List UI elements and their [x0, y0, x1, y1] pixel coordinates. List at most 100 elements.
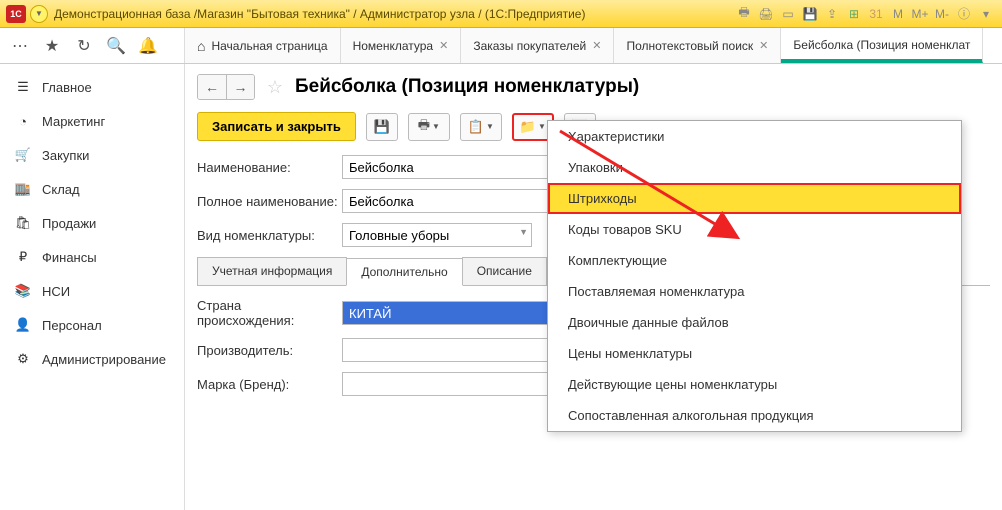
export-icon[interactable]: ⇪	[822, 4, 842, 24]
manufacturer-label: Производитель:	[197, 343, 342, 358]
inner-tab-accounting[interactable]: Учетная информация	[197, 257, 347, 285]
type-input[interactable]	[342, 223, 532, 247]
tab-home[interactable]: ⌂ Начальная страница	[185, 28, 341, 63]
page-title: Бейсболка (Позиция номенклатуры)	[295, 76, 639, 98]
tab-label: Заказы покупателей	[473, 39, 586, 53]
close-icon[interactable]: ✕	[592, 39, 601, 52]
print-icon[interactable]: 🖶	[734, 4, 754, 24]
sidebar-item-staff[interactable]: 👤 Персонал	[0, 308, 184, 342]
save-close-button[interactable]: Записать и закрыть	[197, 112, 356, 141]
chevron-down-icon[interactable]: ▼	[519, 227, 528, 237]
history-icon[interactable]: ↻	[74, 36, 94, 56]
m-icon[interactable]: M	[888, 4, 908, 24]
doc-icon[interactable]: ▭	[778, 4, 798, 24]
sidebar-item-main[interactable]: ☰ Главное	[0, 70, 184, 104]
m-minus-icon[interactable]: M-	[932, 4, 952, 24]
chevron-down-icon: ▼	[432, 122, 440, 131]
content: ← → ☆ Бейсболка (Позиция номенклатуры) З…	[185, 64, 1002, 510]
sidebar-label: Маркетинг	[42, 114, 105, 129]
sidebar-item-sales[interactable]: 🛍 Продажи	[0, 206, 184, 240]
title-dropdown-icon[interactable]: ▼	[30, 5, 48, 23]
toolbar-row: ⋯ ★ ↻ 🔍 🔔 ⌂ Начальная страница Номенклат…	[0, 28, 1002, 64]
dropdown-item-packaging[interactable]: Упаковки	[548, 152, 961, 183]
favorite-icon[interactable]: ★	[42, 36, 62, 56]
search-icon[interactable]: 🔍	[106, 36, 126, 56]
back-button[interactable]: ←	[198, 75, 226, 99]
warehouse-icon: 🏬	[14, 180, 32, 198]
dropdown-item-supplied[interactable]: Поставляемая номенклатура	[548, 276, 961, 307]
sidebar-item-marketing[interactable]: ◔ Маркетинг	[0, 104, 184, 138]
sidebar-label: Финансы	[42, 250, 97, 265]
printer-icon[interactable]: 🖨	[756, 4, 776, 24]
inner-tab-additional[interactable]: Дополнительно	[346, 258, 462, 286]
cart-icon: 🛒	[14, 146, 32, 164]
tab-nomenclature[interactable]: Номенклатура ✕	[341, 28, 462, 63]
sidebar-item-admin[interactable]: ⚙Администрирование	[0, 342, 184, 376]
tab-orders[interactable]: Заказы покупателей ✕	[461, 28, 614, 63]
dropdown-item-characteristics[interactable]: Характеристики	[548, 121, 961, 152]
toolbar-left: ⋯ ★ ↻ 🔍 🔔	[0, 28, 185, 63]
sidebar-label: НСИ	[42, 284, 70, 299]
apps-icon[interactable]: ⋯	[10, 36, 30, 56]
bag-icon: 🛍	[14, 214, 32, 232]
sidebar-label: Главное	[42, 80, 92, 95]
save-button[interactable]: 💾	[366, 113, 398, 141]
close-icon[interactable]: ✕	[759, 39, 768, 52]
app-logo: 1C	[6, 5, 26, 23]
dropdown-item-barcodes[interactable]: Штрихкоды	[548, 183, 961, 214]
favorite-star-icon[interactable]: ☆	[263, 75, 287, 99]
person-icon: 👤	[14, 316, 32, 334]
country-label: Страна происхождения:	[197, 298, 342, 328]
sidebar-label: Продажи	[42, 216, 96, 231]
calc-icon[interactable]: ⊞	[844, 4, 864, 24]
dropdown-item-alcohol[interactable]: Сопоставленная алкогольная продукция	[548, 400, 961, 431]
chevron-down-icon: ▼	[486, 122, 494, 131]
chevron-down-icon: ▼	[538, 122, 546, 131]
sidebar-item-purchases[interactable]: 🛒Закупки	[0, 138, 184, 172]
bell-icon[interactable]: 🔔	[138, 36, 158, 56]
close-icon[interactable]: ✕	[439, 39, 448, 52]
menu-icon: ☰	[14, 78, 32, 96]
copy-menu-button[interactable]: 📋▼	[460, 113, 502, 141]
minimize-icon[interactable]: ▾	[976, 4, 996, 24]
goto-dropdown: Характеристики Упаковки Штрихкоды Коды т…	[547, 120, 962, 432]
dropdown-item-prices[interactable]: Цены номенклатуры	[548, 338, 961, 369]
sidebar-label: Персонал	[42, 318, 102, 333]
tab-search[interactable]: Полнотекстовый поиск ✕	[614, 28, 781, 63]
ruble-icon: ₽	[14, 248, 32, 266]
sidebar-item-nsi[interactable]: 📚 НСИ	[0, 274, 184, 308]
chart-icon: ◔	[14, 112, 32, 130]
sidebar-item-warehouse[interactable]: 🏬 Склад	[0, 172, 184, 206]
dropdown-item-active-prices[interactable]: Действующие цены номенклатуры	[548, 369, 961, 400]
sidebar-item-finance[interactable]: ₽ Финансы	[0, 240, 184, 274]
tab-label: Полнотекстовый поиск	[626, 39, 753, 53]
gear-icon: ⚙	[14, 350, 32, 368]
sidebar-label: Склад	[42, 182, 80, 197]
print-menu-button[interactable]: 🖶▼	[408, 113, 450, 141]
tab-label: Начальная страница	[211, 39, 327, 53]
title-bar: 1C ▼ Демонстрационная база /Магазин "Быт…	[0, 0, 1002, 28]
page-header: ← → ☆ Бейсболка (Позиция номенклатуры)	[197, 74, 990, 100]
dropdown-item-components[interactable]: Комплектующие	[548, 245, 961, 276]
tabs-bar: ⌂ Начальная страница Номенклатура ✕ Зака…	[185, 28, 1002, 63]
dropdown-item-binary[interactable]: Двоичные данные файлов	[548, 307, 961, 338]
type-label: Вид номенклатуры:	[197, 228, 342, 243]
tab-label: Бейсболка (Позиция номенклат	[793, 38, 970, 52]
main-area: ☰ Главное ◔ Маркетинг 🛒Закупки 🏬 Склад 🛍 Про…	[0, 64, 1002, 510]
fullname-label: Полное наименование:	[197, 194, 342, 209]
m-plus-icon[interactable]: M+	[910, 4, 930, 24]
tab-label: Номенклатура	[353, 39, 434, 53]
forward-button[interactable]: →	[226, 75, 254, 99]
name-label: Наименование:	[197, 160, 342, 175]
title-toolbar: 🖶 🖨 ▭ 💾 ⇪ ⊞ 31 M M+ M- ⓘ ▾	[734, 4, 996, 24]
sidebar: ☰ Главное ◔ Маркетинг 🛒Закупки 🏬 Склад 🛍 Про…	[0, 64, 185, 510]
save-icon[interactable]: 💾	[800, 4, 820, 24]
dropdown-item-sku[interactable]: Коды товаров SKU	[548, 214, 961, 245]
inner-tab-description[interactable]: Описание	[462, 257, 547, 285]
calendar-icon[interactable]: 31	[866, 4, 886, 24]
brand-label: Марка (Бренд):	[197, 377, 342, 392]
window-title: Демонстрационная база /Магазин "Бытовая …	[54, 7, 734, 21]
book-icon: 📚	[14, 282, 32, 300]
tab-current[interactable]: Бейсболка (Позиция номенклат	[781, 28, 983, 63]
info-icon[interactable]: ⓘ	[954, 4, 974, 24]
